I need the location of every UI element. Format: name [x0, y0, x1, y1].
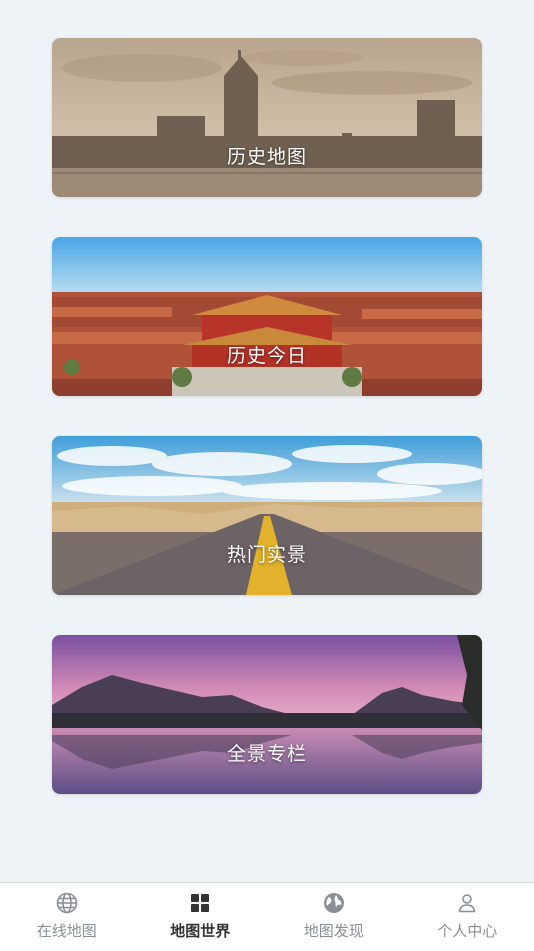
card-list: 历史地图 — [52, 38, 482, 834]
forbidden-city-palace-image — [52, 237, 482, 396]
tab-label: 个人中心 — [437, 920, 497, 941]
grid-icon — [188, 891, 212, 915]
card-history-map[interactable]: 历史地图 — [52, 38, 482, 197]
globe-icon — [55, 891, 79, 915]
tab-map-discover[interactable]: 地图发现 — [267, 883, 401, 951]
card-panorama[interactable]: 全景专栏 — [52, 635, 482, 794]
tab-personal-center[interactable]: 个人中心 — [401, 883, 534, 951]
desert-road-sky-image — [52, 436, 482, 595]
card-hot-scenes[interactable]: 热门实景 — [52, 436, 482, 595]
bottom-tab-bar: 在线地图 地图世界 地图发现 个人中心 — [0, 882, 534, 951]
tab-label: 在线地图 — [37, 920, 97, 941]
earth-icon — [322, 891, 346, 915]
card-history-today[interactable]: 历史今日 — [52, 237, 482, 396]
tab-map-world[interactable]: 地图世界 — [134, 883, 268, 951]
tab-label: 地图世界 — [170, 920, 230, 941]
card-label: 热门实景 — [52, 540, 482, 567]
user-icon — [455, 891, 479, 915]
vintage-city-skyline-image — [52, 38, 482, 197]
tab-online-map[interactable]: 在线地图 — [0, 883, 134, 951]
card-label: 历史地图 — [52, 142, 482, 169]
card-label: 历史今日 — [52, 341, 482, 368]
card-label: 全景专栏 — [52, 739, 482, 766]
karst-lake-sunset-image — [52, 635, 482, 794]
tab-label: 地图发现 — [304, 920, 364, 941]
